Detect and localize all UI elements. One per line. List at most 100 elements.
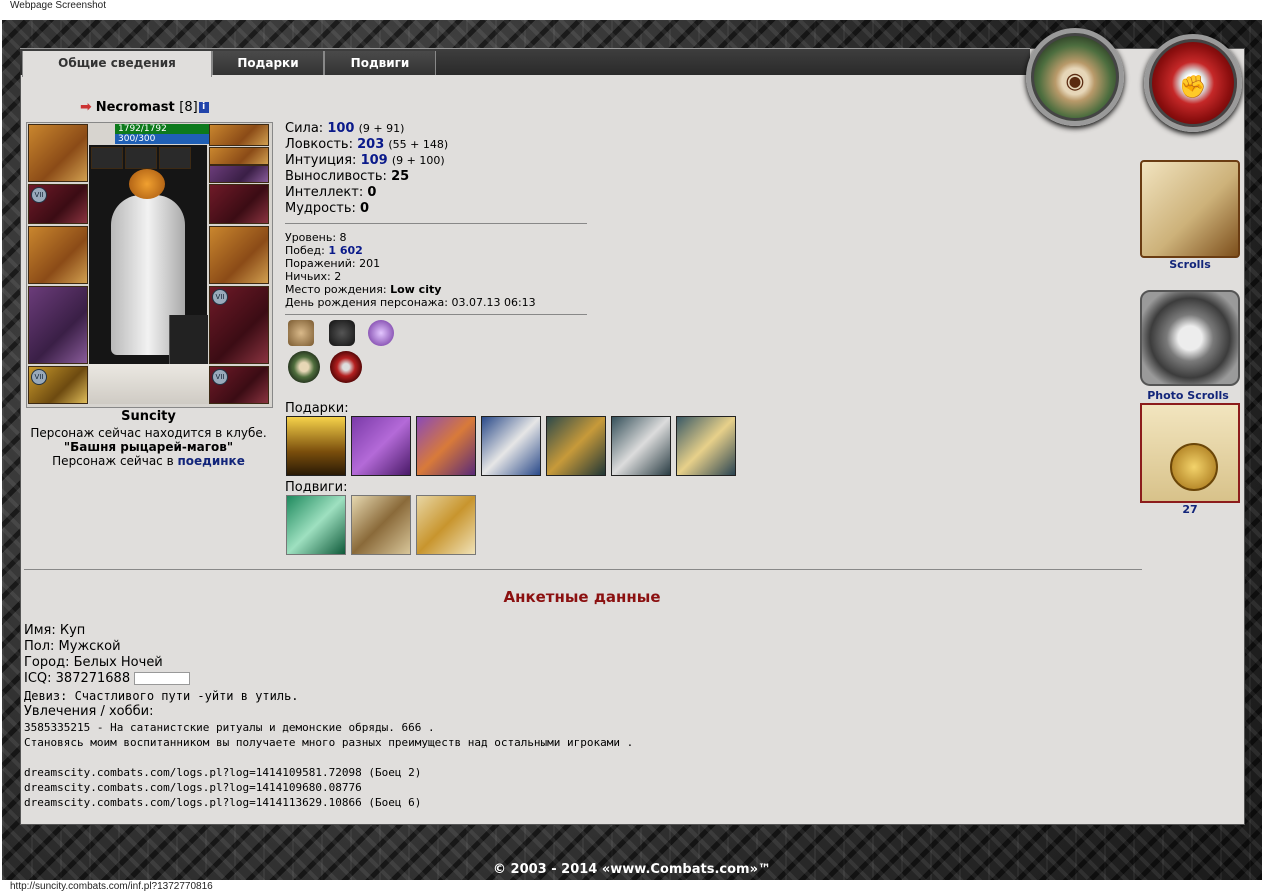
necklace-slot[interactable]: [209, 147, 269, 165]
icq-number: ICQ: 387271688: [24, 671, 131, 686]
bracers-slot[interactable]: VII: [28, 184, 88, 224]
helmet-feat-icon[interactable]: [286, 495, 346, 555]
gem-slot[interactable]: [159, 147, 191, 169]
record-value[interactable]: 1 602: [328, 244, 362, 257]
belt-slot[interactable]: VII: [28, 366, 88, 404]
camera-icon[interactable]: [1140, 290, 1240, 386]
slot-badge: VII: [31, 187, 47, 203]
earring-slot[interactable]: [209, 124, 269, 146]
stat-strength: Сила: 100 (9 + 91): [285, 121, 448, 137]
battle-logs[interactable]: dreamscity.combats.com/logs.pl?log=14141…: [24, 765, 421, 810]
club-status: Персонаж сейчас находится в клубе.: [30, 426, 267, 440]
record-wins: Побед: 1 602: [285, 244, 536, 257]
bag-icon[interactable]: [288, 320, 314, 346]
slot-badge: VII: [212, 289, 228, 305]
medal-scroll-icon[interactable]: [1140, 403, 1240, 503]
location-name: "Башня рыцарей-магов": [63, 440, 234, 454]
slot-badge: VII: [212, 369, 228, 385]
record-level: Уровень: 8: [285, 231, 536, 244]
location-info: Suncity Персонаж сейчас находится в клуб…: [26, 409, 271, 469]
staff-gift-icon[interactable]: [351, 416, 411, 476]
record-label: Уровень:: [285, 231, 337, 244]
skull-goblet-gift-icon[interactable]: [611, 416, 671, 476]
stat-intellect: Интеллект: 0: [285, 185, 448, 201]
equipment-panel: VII VII 1792/1792 300/300 VII VII: [26, 122, 273, 408]
cake-gift-icon[interactable]: [286, 416, 346, 476]
scroll-count[interactable]: 27: [1138, 503, 1242, 516]
record-block: Уровень: 8 Побед: 1 602 Поражений: 201 Н…: [285, 231, 536, 309]
section-divider: [24, 569, 1142, 570]
stats-block: Сила: 100 (9 + 91) Ловкость: 203 (55 + 1…: [285, 121, 448, 217]
character-name[interactable]: Necromast: [96, 100, 175, 115]
stat-value: 25: [391, 169, 410, 184]
stat-endurance: Выносливость: 25: [285, 169, 448, 185]
feats-label: Подвиги:: [285, 480, 348, 495]
battle-link[interactable]: поединке: [177, 454, 244, 468]
torch-gift-icon[interactable]: [416, 416, 476, 476]
book-quill-icon[interactable]: [1140, 160, 1240, 258]
stat-value: 100: [327, 121, 355, 136]
record-label: Место рождения:: [285, 283, 387, 296]
record-label: Побед:: [285, 244, 325, 257]
shield-gift-icon[interactable]: [676, 416, 736, 476]
record-birthday: День рождения персонажа: 03.07.13 06:13: [285, 296, 536, 309]
warrior-feat-icon[interactable]: [351, 495, 411, 555]
character-avatar[interactable]: [89, 145, 208, 385]
weapon-slot[interactable]: [28, 226, 88, 284]
gloves-slot[interactable]: [209, 184, 269, 224]
stat-label: Выносливость:: [285, 169, 387, 184]
record-losses: Поражений: 201: [285, 257, 536, 270]
stat-value: 203: [357, 137, 385, 152]
profile-section-title: Анкетные данные: [503, 588, 661, 606]
tab-gifts[interactable]: Подарки: [212, 51, 324, 75]
screenshot-caption: Webpage Screenshot: [10, 0, 106, 11]
city-name: Suncity: [121, 409, 176, 424]
tab-bar: Общие сведения Подарки Подвиги: [20, 48, 1030, 77]
gifts-label: Подарки:: [285, 401, 349, 416]
battle-status-text: Персонаж сейчас в: [52, 454, 174, 468]
profile-motto: Девиз: Счастливого пути -уйти в утиль.: [24, 689, 299, 703]
stat-intuition: Интуиция: 109 (9 + 100): [285, 153, 448, 169]
character-header: ➡ Necromast [8] i: [80, 99, 209, 115]
hobby-text: 3585335215 - На сатанистские ритуалы и д…: [24, 721, 634, 749]
helmet-slot[interactable]: [28, 124, 88, 182]
amulet-slot[interactable]: [91, 147, 123, 169]
tab-general-info[interactable]: Общие сведения: [22, 51, 212, 77]
stat-label: Интуиция:: [285, 153, 357, 168]
info-icon[interactable]: i: [198, 102, 209, 113]
stat-detail: (55 + 148): [388, 138, 449, 151]
photo-scrolls-link[interactable]: Photo Scrolls: [1136, 389, 1240, 402]
boots-slot[interactable]: VII: [209, 366, 269, 404]
scroll-feat-icon[interactable]: [416, 495, 476, 555]
profile-name: Имя: Куп: [24, 623, 86, 638]
shield-slot[interactable]: [209, 226, 269, 284]
record-label: Ничьих:: [285, 270, 331, 283]
orb-icon[interactable]: [368, 320, 394, 346]
character-level: [8]: [179, 100, 198, 115]
record-value: Low city: [390, 283, 442, 296]
record-label: День рождения персонажа:: [285, 296, 448, 309]
profile-city: Город: Белых Ночей: [24, 655, 163, 670]
armor-slot[interactable]: [28, 286, 88, 364]
footer-copyright: © 2003 - 2014 «www.Combats.com»™: [493, 862, 771, 877]
rune-medal-icon[interactable]: [288, 351, 320, 383]
clan-emblem: [89, 364, 209, 404]
stat-label: Мудрость:: [285, 201, 356, 216]
potion-slot[interactable]: [125, 147, 157, 169]
fist-button[interactable]: ✊: [1144, 34, 1242, 132]
swords-gift-icon[interactable]: [546, 416, 606, 476]
stat-value: 0: [367, 185, 377, 200]
rings-slot[interactable]: [209, 165, 269, 183]
stat-detail: (9 + 91): [358, 122, 405, 135]
red-medal-icon[interactable]: [330, 351, 362, 383]
tab-feats[interactable]: Подвиги: [324, 51, 436, 75]
record-label: Поражений:: [285, 257, 356, 270]
stat-label: Сила:: [285, 121, 324, 136]
rune-button[interactable]: ◉: [1026, 28, 1124, 126]
stat-label: Ловкость:: [285, 137, 353, 152]
record-value: 8: [339, 231, 347, 244]
potion-gift-icon[interactable]: [481, 416, 541, 476]
leggings-slot[interactable]: VII: [209, 286, 269, 364]
scrolls-link[interactable]: Scrolls: [1138, 258, 1242, 271]
beetle-icon[interactable]: [329, 320, 355, 346]
